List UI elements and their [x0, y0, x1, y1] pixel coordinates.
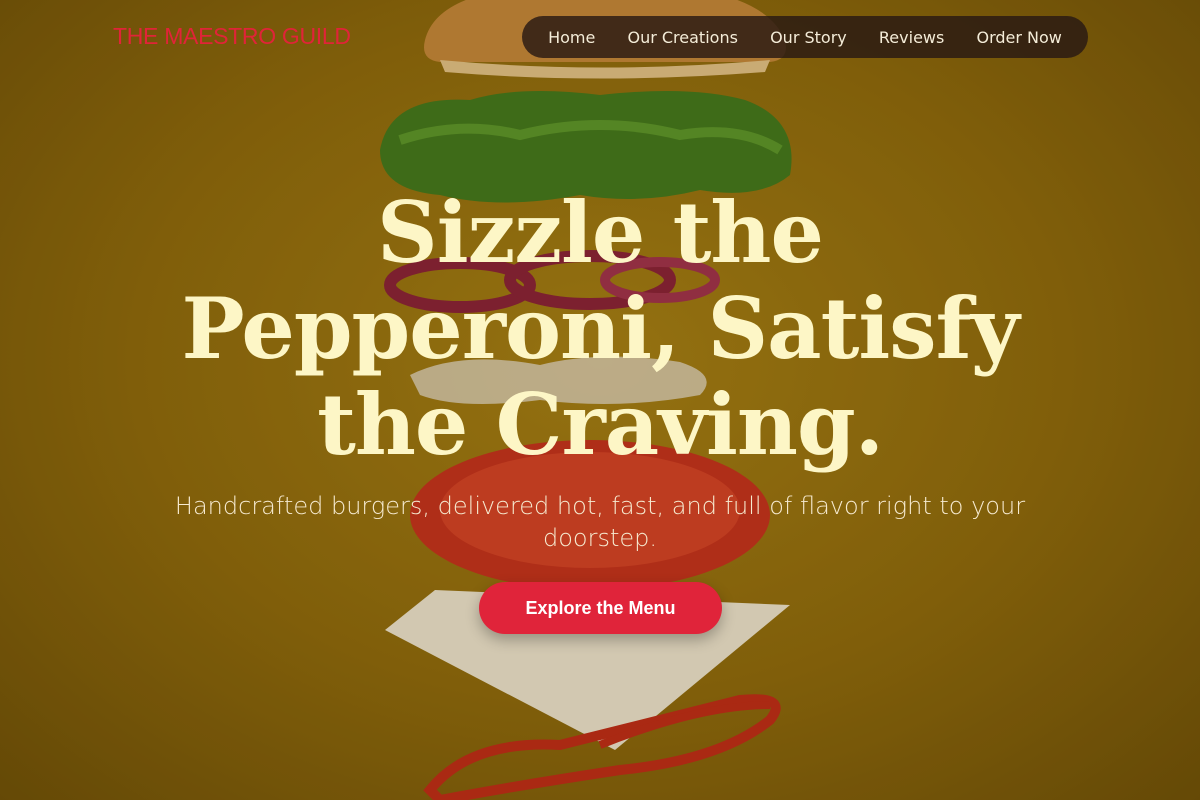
nav-link-home[interactable]: Home [542, 24, 601, 51]
explore-menu-button[interactable]: Explore the Menu [479, 582, 722, 634]
hero-subheadline: Handcrafted burgers, delivered hot, fast… [174, 492, 1026, 552]
nav-link-reviews[interactable]: Reviews [873, 24, 950, 51]
nav-link-order-now[interactable]: Order Now [970, 24, 1067, 51]
main-nav: Home Our Creations Our Story Reviews Ord… [522, 16, 1088, 58]
nav-link-our-creations[interactable]: Our Creations [621, 24, 743, 51]
nav-link-our-story[interactable]: Our Story [764, 24, 853, 51]
brand-logo[interactable]: THE MAESTRO GUILD [113, 23, 351, 50]
site-header: THE MAESTRO GUILD Home Our Creations Our… [0, 0, 1200, 74]
hero-headline: Sizzle the Pepperoni, Satisfy the Cravin… [181, 183, 1019, 474]
